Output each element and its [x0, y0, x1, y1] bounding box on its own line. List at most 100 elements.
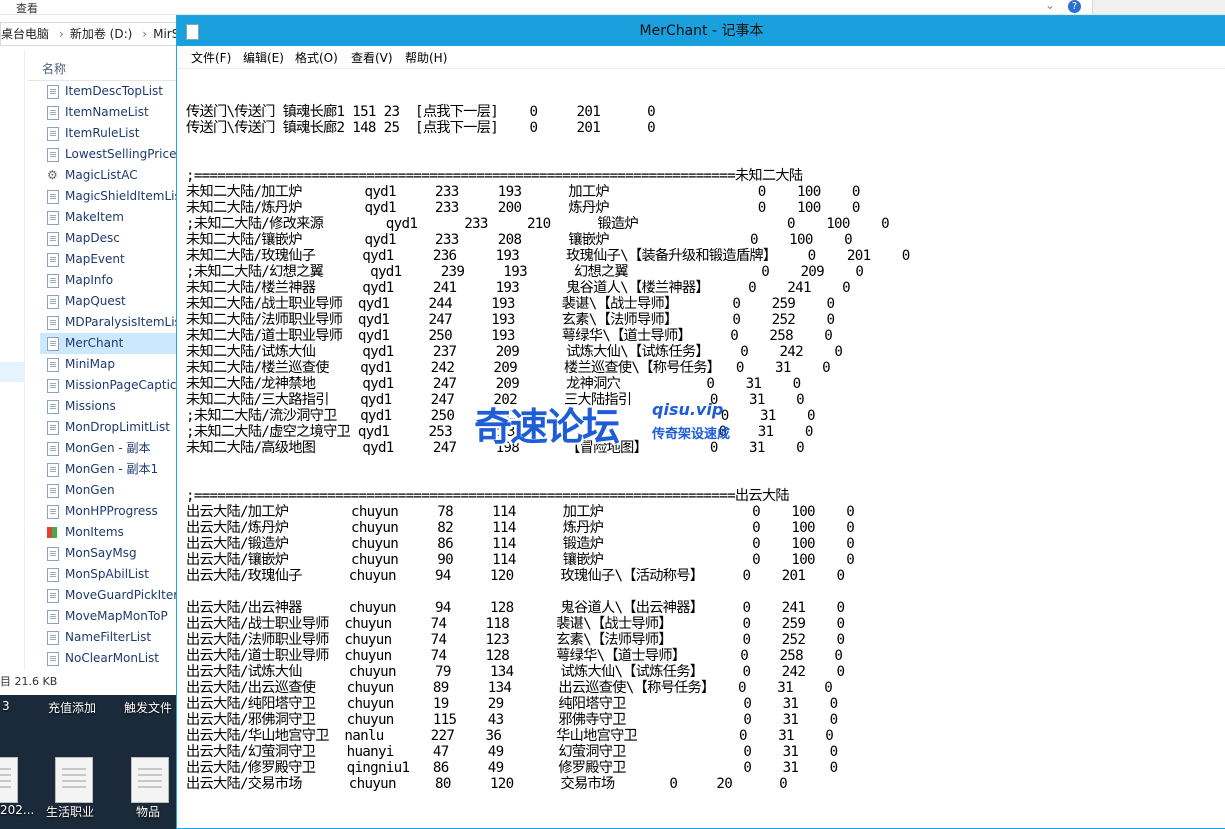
desktop-label[interactable]: 充值添加	[48, 699, 96, 716]
file-list-item[interactable]: MapDesc	[40, 228, 180, 249]
file-list-item[interactable]: MonDropLimitList	[40, 417, 180, 438]
text-line[interactable]: 未知二大陆/楼兰神器 qyd1 241 193 鬼谷道人\【楼兰神器】 0 24…	[186, 280, 1216, 296]
file-list-item[interactable]: MoveGuardPickIter	[40, 585, 180, 606]
text-editor-area[interactable]: 传送门\传送门 镇魂长廊1 151 23 [点我下一层] 0 201 0 传送门\…	[186, 72, 1216, 822]
file-list-item[interactable]: LowestSellingPrice	[40, 144, 180, 165]
text-line[interactable]: 出云大陆/幻萤洞守卫 huanyi 47 49 幻萤洞守卫 0 31 0	[186, 744, 1216, 760]
navigation-pane[interactable]	[0, 50, 25, 670]
text-line[interactable]: 未知二大陆/高级地图 qyd1 247 198 【冒险地图】 0 31 0	[186, 440, 1216, 456]
text-line[interactable]: 出云大陆/战士职业导师 chuyun 74 118 裴谌\【战士导师】 0 25…	[186, 616, 1216, 632]
text-line[interactable]: ;=======================================…	[186, 168, 1216, 184]
breadcrumb-item[interactable]: 桌台电脑	[1, 27, 49, 41]
text-line[interactable]: 出云大陆/出云神器 chuyun 94 128 鬼谷道人\【出云神器】 0 24…	[186, 600, 1216, 616]
text-line[interactable]	[186, 472, 1216, 488]
text-line[interactable]: ;未知二大陆/流沙洞守卫 qyd1 250 203 0 31 0	[186, 408, 1216, 424]
document-icon[interactable]	[55, 757, 93, 803]
document-icon[interactable]	[0, 757, 18, 803]
file-list-item[interactable]: MDParalysisItemLis	[40, 312, 180, 333]
file-list-item[interactable]: MiniMap	[40, 354, 180, 375]
text-line[interactable]: 出云大陆/华山地宫守卫 nanlu 227 36 华山地宫守卫 0 31 0	[186, 728, 1216, 744]
file-list-item[interactable]: ItemDescTopList	[40, 81, 180, 102]
menu-view[interactable]: 查看	[16, 0, 38, 16]
menu-help[interactable]: 帮助(H)	[405, 49, 447, 66]
desktop-icon-label[interactable]: 物品	[136, 803, 160, 820]
text-line[interactable]: 出云大陆/出云巡查使 chuyun 89 134 出云巡查使\【称号任务】 0 …	[186, 680, 1216, 696]
file-list-item[interactable]: MissionPageCaptic	[40, 375, 180, 396]
text-line[interactable]: 出云大陆/邪佛洞守卫 chuyun 115 43 邪佛寺守卫 0 31 0	[186, 712, 1216, 728]
text-line[interactable]: 未知二大陆/镶嵌炉 qyd1 233 208 镶嵌炉 0 100 0	[186, 232, 1216, 248]
text-line[interactable]: 未知二大陆/楼兰巡查使 qyd1 242 209 楼兰巡查使\【称号任务】 0 …	[186, 360, 1216, 376]
text-line[interactable]: 未知二大陆/三大路指引 qyd1 247 202 三大陆指引 0 31 0	[186, 392, 1216, 408]
text-line[interactable]: 未知二大陆/法师职业导师 qyd1 247 193 玄素\【法师导师】 0 25…	[186, 312, 1216, 328]
text-line[interactable]	[186, 88, 1216, 104]
desktop-label[interactable]: 触发文件	[124, 699, 172, 716]
text-line[interactable]: 出云大陆/镶嵌炉 chuyun 90 114 镶嵌炉 0 100 0	[186, 552, 1216, 568]
file-list-item[interactable]: Missions	[40, 396, 180, 417]
text-line[interactable]	[186, 456, 1216, 472]
file-list-item[interactable]: MonHPProgress	[40, 501, 180, 522]
text-line[interactable]: 出云大陆/交易市场 chuyun 80 120 交易市场 0 20 0	[186, 776, 1216, 792]
text-line[interactable]: ;=======================================…	[186, 488, 1216, 504]
file-list-item[interactable]: ItemNameList	[40, 102, 180, 123]
text-line[interactable]: 未知二大陆/道士职业导师 qyd1 250 193 萼绿华\【道士导师】 0 2…	[186, 328, 1216, 344]
file-list-item[interactable]: NameFilterList	[40, 627, 180, 648]
text-line[interactable]: 未知二大陆/试炼大仙 qyd1 237 209 试炼大仙\【试炼任务】 0 24…	[186, 344, 1216, 360]
file-list-item[interactable]: ItemRuleList	[40, 123, 180, 144]
column-header-name[interactable]: 名称	[28, 58, 178, 81]
text-line[interactable]: 出云大陆/锻造炉 chuyun 86 114 锻造炉 0 100 0	[186, 536, 1216, 552]
file-list-item[interactable]: MonGen	[40, 480, 180, 501]
file-list-item[interactable]: MoveMapMonToP	[40, 606, 180, 627]
file-list-item[interactable]: MonItems	[40, 522, 180, 543]
desktop-label[interactable]: 3	[2, 699, 10, 713]
file-list-item[interactable]: MapEvent	[40, 249, 180, 270]
text-line[interactable]: ;未知二大陆/虚空之境守卫 qyd1 253 203 0 31 0	[186, 424, 1216, 440]
text-line[interactable]	[186, 584, 1216, 600]
text-line[interactable]: 出云大陆/道士职业导师 chuyun 74 128 萼绿华\【道士导师】 0 2…	[186, 648, 1216, 664]
help-icon[interactable]: ?	[1068, 0, 1081, 13]
notepad-titlebar[interactable]: MerChant - 记事本	[177, 16, 1225, 46]
menu-file[interactable]: 文件(F)	[191, 49, 231, 66]
text-line[interactable]: 出云大陆/纯阳塔守卫 chuyun 19 29 纯阳塔守卫 0 31 0	[186, 696, 1216, 712]
file-list-item[interactable]: ⚙ MagicListAC	[40, 165, 180, 186]
file-list-item[interactable]: MapInfo	[40, 270, 180, 291]
text-line[interactable]: 出云大陆/修罗殿守卫 qingniu1 86 49 修罗殿守卫 0 31 0	[186, 760, 1216, 776]
file-list-item[interactable]: MonSpAbilList	[40, 564, 180, 585]
chevron-down-icon[interactable]: ⌄	[1045, 0, 1055, 12]
text-line[interactable]: 未知二大陆/龙神禁地 qyd1 247 209 龙神洞穴 0 31 0	[186, 376, 1216, 392]
text-line[interactable]: 未知二大陆/战士职业导师 qyd1 244 193 裴谌\【战士导师】 0 25…	[186, 296, 1216, 312]
file-list-item[interactable]: MakeItem	[40, 207, 180, 228]
file-list-item[interactable]: MonGen - 副本	[40, 438, 180, 459]
text-line[interactable]: 出云大陆/加工炉 chuyun 78 114 加工炉 0 100 0	[186, 504, 1216, 520]
file-list-item[interactable]: MonSayMsg	[40, 543, 180, 564]
desktop-icon-label[interactable]: 生活职业	[46, 803, 94, 820]
nav-selected-item[interactable]	[0, 362, 24, 382]
file-list-item[interactable]: MagicShieldItemLis	[40, 186, 180, 207]
text-line[interactable]: ;未知二大陆/幻想之翼 qyd1 239 193 幻想之翼 0 209 0	[186, 264, 1216, 280]
text-line[interactable]	[186, 72, 1216, 88]
text-line[interactable]: 出云大陆/法师职业导师 chuyun 74 123 玄素\【法师导师】 0 25…	[186, 632, 1216, 648]
file-list-item[interactable]: MerChant	[40, 333, 180, 354]
document-icon[interactable]	[131, 757, 169, 803]
text-line[interactable]: 出云大陆/炼丹炉 chuyun 82 114 炼丹炉 0 100 0	[186, 520, 1216, 536]
menu-format[interactable]: 格式(O)	[295, 49, 338, 66]
text-line[interactable]: 传送门\传送门 镇魂长廊1 151 23 [点我下一层] 0 201 0	[186, 104, 1216, 120]
text-lines[interactable]: 传送门\传送门 镇魂长廊1 151 23 [点我下一层] 0 201 0 传送门\…	[186, 72, 1216, 792]
address-bar[interactable]: 桌台电脑 › 新加卷 (D:) › MirS	[0, 22, 202, 46]
text-line[interactable]	[186, 136, 1216, 152]
menu-view[interactable]: 查看(V)	[351, 49, 393, 66]
text-line[interactable]: 未知二大陆/加工炉 qyd1 233 193 加工炉 0 100 0	[186, 184, 1216, 200]
text-line[interactable]: ;未知二大陆/修改来源 qyd1 233 210 锻造炉 0 100 0	[186, 216, 1216, 232]
text-line[interactable]: 未知二大陆/玫瑰仙子 qyd1 236 193 玫瑰仙子\【装备升级和锻造盾牌】…	[186, 248, 1216, 264]
text-line[interactable]: 传送门\传送门 镇魂长廊2 148 25 [点我下一层] 0 201 0	[186, 120, 1216, 136]
desktop-icon-label[interactable]: 202...	[0, 803, 34, 817]
search-box[interactable]	[1092, 0, 1225, 14]
breadcrumb-item[interactable]: 新加卷 (D:)	[70, 27, 132, 41]
file-list-item[interactable]: NoClearMonList	[40, 648, 180, 669]
text-line[interactable]	[186, 152, 1216, 168]
file-list-item[interactable]: MapQuest	[40, 291, 180, 312]
text-line[interactable]: 未知二大陆/炼丹炉 qyd1 233 200 炼丹炉 0 100 0	[186, 200, 1216, 216]
file-list-item[interactable]: MonGen - 副本1	[40, 459, 180, 480]
text-line[interactable]: 出云大陆/试炼大仙 chuyun 79 134 试炼大仙\【试炼任务】 0 24…	[186, 664, 1216, 680]
text-line[interactable]: 出云大陆/玫瑰仙子 chuyun 94 120 玫瑰仙子\【活动称号】 0 20…	[186, 568, 1216, 584]
menu-edit[interactable]: 编辑(E)	[243, 49, 284, 66]
